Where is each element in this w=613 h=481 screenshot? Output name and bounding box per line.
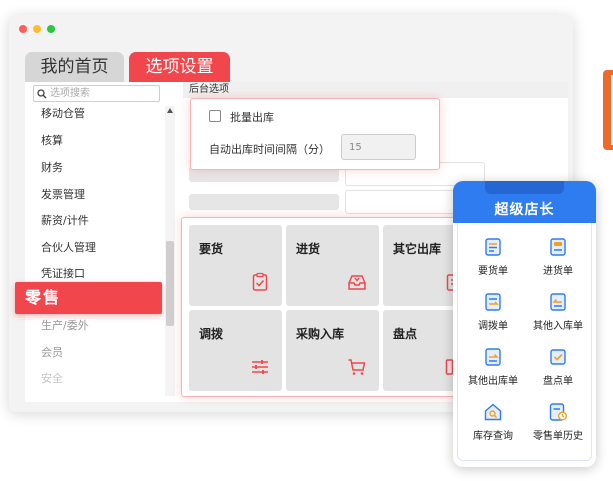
tile-label: 进货: [296, 242, 321, 256]
interval-label: 自动出库时间间隔（分）: [209, 143, 330, 156]
menu-item-label: 其他出库单: [468, 376, 518, 387]
inbound-document-icon: [550, 293, 566, 311]
outbound-document-icon: [485, 348, 501, 366]
tile-purchase-inbound[interactable]: 采购入库: [286, 310, 379, 391]
phone-menu: 要货单 进货单 调拨单 其他入库单 其他出库单 盘点单 库存查询 零售单历史: [457, 223, 592, 461]
sidebar-item-mobile-warehouse[interactable]: 移动仓管: [41, 105, 85, 121]
scroll-thumb[interactable]: [166, 241, 174, 326]
menu-item-label: 零售单历史: [533, 431, 583, 442]
sidebar-item-production[interactable]: 生产/委外: [41, 317, 89, 333]
transfer-document-icon: [485, 293, 501, 311]
close-dot[interactable]: [19, 25, 27, 33]
tile-label: 其它出库: [393, 242, 442, 256]
inbox-tray-icon: [348, 275, 366, 290]
scroll-up-arrow-icon[interactable]: [167, 108, 173, 113]
sidebar-item-accounting[interactable]: 核算: [41, 132, 63, 148]
phone-title: 超级店长: [494, 202, 555, 218]
sidebar-item-voucher[interactable]: 凭证接口: [41, 265, 85, 281]
tile-transfer[interactable]: 调拨: [189, 310, 282, 391]
list-document-icon: [485, 238, 501, 256]
sliders-icon: [252, 360, 268, 374]
search-icon: [37, 88, 47, 98]
menu-item-other-outbound[interactable]: 其他出库单: [458, 347, 528, 387]
placeholder-row: [189, 194, 339, 210]
menu-item-purchase-order[interactable]: 进货单: [523, 237, 593, 277]
sidebar-item-security[interactable]: 安全: [41, 370, 63, 386]
retail-function-tiles: 要货 进货 其它出库 调拨 采购入库 盘点: [181, 217, 469, 397]
menu-item-label: 进货单: [543, 266, 573, 277]
menu-item-label: 要货单: [478, 266, 508, 277]
batch-outbound-label: 批量出库: [230, 111, 274, 124]
sidebar-item-partner[interactable]: 合伙人管理: [41, 239, 96, 255]
tile-label: 要货: [199, 242, 224, 256]
menu-item-inventory-query[interactable]: 库存查询: [458, 402, 528, 442]
sidebar-item-salary[interactable]: 薪资/计件: [41, 212, 89, 228]
check-box-icon: [550, 349, 566, 365]
window-controls: [19, 25, 55, 33]
search-box[interactable]: [33, 85, 160, 102]
history-document-icon: [549, 403, 567, 421]
menu-item-stocktake-order[interactable]: 盘点单: [523, 347, 593, 387]
tile-label: 采购入库: [296, 327, 345, 341]
menu-item-label: 盘点单: [543, 376, 573, 387]
cart-icon: [348, 359, 366, 375]
sidebar-scrollbar[interactable]: [165, 106, 175, 396]
menu-item-other-inbound[interactable]: 其他入库单: [523, 292, 593, 332]
sidebar-item-invoice[interactable]: 发票管理: [41, 186, 85, 202]
batch-outbound-checkbox[interactable]: [209, 110, 221, 122]
options-sidebar: 移动仓管 核算 财务 发票管理 薪资/计件 合伙人管理 凭证接口 生产/委外 会…: [25, 82, 181, 402]
tray-document-icon: [550, 238, 566, 256]
menu-item-label: 调拨单: [478, 321, 508, 332]
sidebar-item-finance[interactable]: 财务: [41, 159, 63, 175]
tab-options[interactable]: 选项设置: [129, 52, 230, 82]
tile-purchase[interactable]: 进货: [286, 225, 379, 306]
menu-item-request-order[interactable]: 要货单: [458, 237, 528, 277]
menu-item-label: 库存查询: [473, 431, 513, 442]
sidebar-item-retail[interactable]: 零售: [15, 282, 162, 314]
batch-outbound-panel: 批量出库 自动出库时间间隔（分）: [190, 98, 440, 170]
maximize-dot[interactable]: [47, 25, 55, 33]
tab-home[interactable]: 我的首页: [25, 52, 124, 82]
tile-request-goods[interactable]: 要货: [189, 225, 282, 306]
interval-input[interactable]: [341, 134, 416, 160]
tile-label: 调拨: [199, 327, 224, 341]
search-input[interactable]: [50, 86, 150, 101]
house-search-icon: [484, 403, 502, 421]
menu-item-transfer-order[interactable]: 调拨单: [458, 292, 528, 332]
menu-item-label: 其他入库单: [533, 321, 583, 332]
tile-label: 盘点: [393, 327, 418, 341]
menu-item-retail-history[interactable]: 零售单历史: [523, 402, 593, 442]
content-header: 后台选项: [183, 82, 568, 98]
phone-header: 超级店长: [453, 181, 596, 223]
minimize-dot[interactable]: [33, 25, 41, 33]
sidebar-item-member[interactable]: 会员: [41, 344, 63, 360]
mobile-app-mockup: 超级店长 要货单 进货单 调拨单 其他入库单 其他出库单 盘点单 库存查询 零售…: [453, 181, 596, 467]
clipboard-check-icon: [252, 272, 268, 291]
phone-notch: [485, 181, 564, 194]
